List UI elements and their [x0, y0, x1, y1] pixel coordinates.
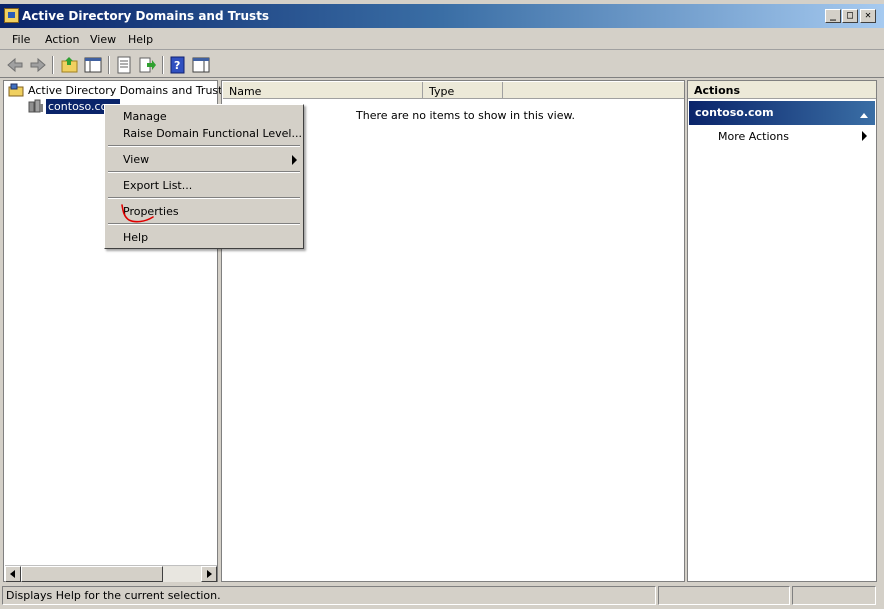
status-panel-3 [792, 586, 876, 605]
up-folder-icon[interactable] [60, 55, 80, 75]
help-icon[interactable]: ? [168, 55, 188, 75]
actions-section-contoso[interactable]: contoso.com [689, 101, 875, 125]
back-arrow-icon[interactable] [5, 55, 25, 75]
actions-pane: Actions contoso.com More Actions [687, 80, 877, 582]
menu-item-export-list[interactable]: Export List... [123, 179, 192, 192]
collapse-up-icon[interactable] [859, 109, 869, 122]
domain-icon [28, 99, 44, 116]
menu-separator [108, 197, 300, 199]
scroll-right-icon[interactable] [201, 566, 217, 582]
submenu-arrow-icon [291, 155, 299, 168]
column-header-name[interactable]: Name [223, 82, 423, 99]
menu-view[interactable]: View [90, 33, 116, 46]
menu-separator [108, 171, 300, 173]
forward-arrow-icon[interactable] [28, 55, 48, 75]
tree-horizontal-scrollbar[interactable] [5, 565, 217, 582]
svg-text:?: ? [174, 59, 180, 72]
menu-item-manage[interactable]: Manage [123, 110, 167, 123]
toolbar-separator [162, 56, 164, 74]
empty-list-message: There are no items to show in this view. [356, 109, 575, 122]
menu-file[interactable]: File [12, 33, 30, 46]
properties-icon[interactable] [114, 55, 134, 75]
status-text: Displays Help for the current selection. [2, 586, 656, 605]
maximize-button[interactable]: □ [842, 9, 858, 23]
menu-action[interactable]: Action [45, 33, 79, 46]
minimize-button[interactable]: _ [825, 9, 841, 23]
scroll-thumb[interactable] [21, 566, 163, 582]
close-button[interactable]: ✕ [860, 9, 876, 23]
status-panel-2 [658, 586, 790, 605]
scroll-left-icon[interactable] [5, 566, 21, 582]
menu-separator [108, 145, 300, 147]
column-header-type[interactable]: Type [423, 82, 503, 99]
show-hide-action-pane-icon[interactable] [191, 55, 211, 75]
menu-separator [108, 223, 300, 225]
action-more-actions[interactable]: More Actions [718, 130, 789, 143]
window-title: Active Directory Domains and Trusts [22, 9, 270, 23]
submenu-arrow-icon [861, 131, 869, 144]
status-bar: Displays Help for the current selection. [0, 585, 884, 609]
menu-help[interactable]: Help [128, 33, 153, 46]
menu-item-raise-domain-functional-level[interactable]: Raise Domain Functional Level... [123, 127, 302, 140]
actions-header: Actions [688, 81, 876, 99]
actions-section-title: contoso.com [695, 106, 774, 119]
menu-item-view[interactable]: View [123, 153, 149, 166]
tree-root-label[interactable]: Active Directory Domains and Trusts [S [28, 84, 243, 97]
toolbar: ? [0, 51, 884, 78]
column-header-blank [503, 82, 684, 99]
export-list-icon[interactable] [137, 55, 157, 75]
context-menu: Manage Raise Domain Functional Level... … [104, 104, 304, 249]
show-hide-console-tree-icon[interactable] [83, 55, 103, 75]
toolbar-separator [52, 56, 54, 74]
title-bar[interactable]: Active Directory Domains and Trusts _ □ … [0, 4, 884, 28]
tree-root-icon [8, 83, 24, 100]
menu-bar: File Action View Help [0, 28, 884, 50]
menu-item-help[interactable]: Help [123, 231, 148, 244]
toolbar-separator [108, 56, 110, 74]
app-icon [4, 8, 19, 23]
